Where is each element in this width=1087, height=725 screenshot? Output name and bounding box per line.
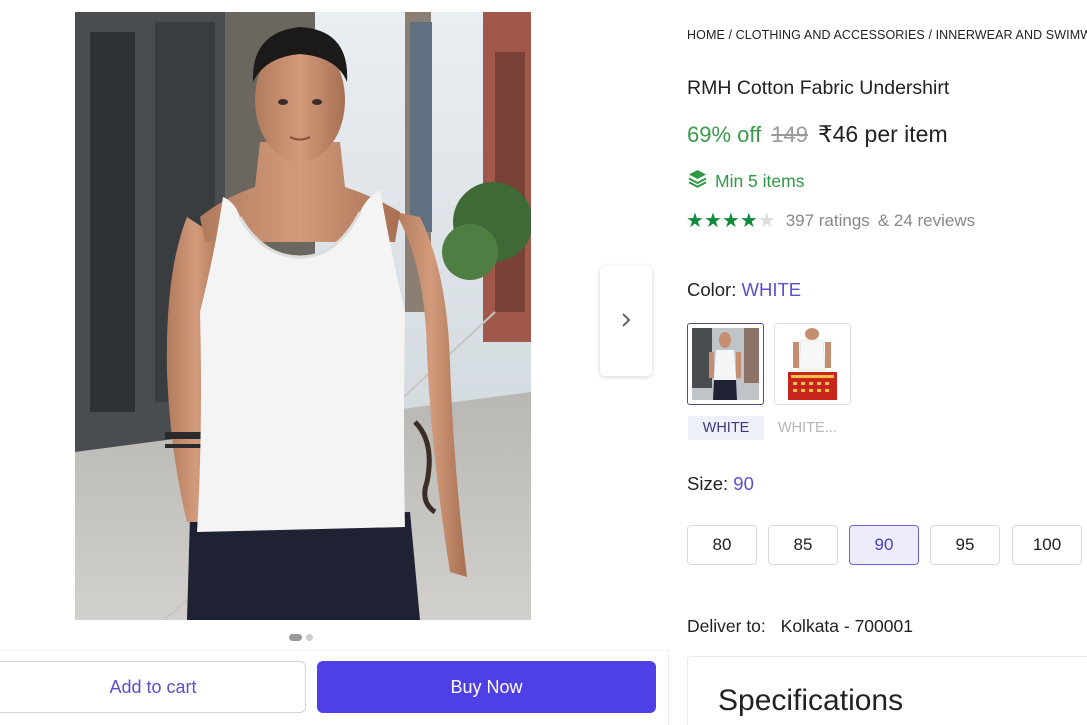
size-option-80[interactable]: 80	[687, 525, 757, 565]
discount-percent: 69% off	[687, 122, 762, 147]
color-swatch-white[interactable]	[687, 323, 764, 405]
star-icon: ★	[739, 210, 758, 232]
layers-icon	[687, 168, 708, 194]
swatch-thumbnail	[779, 328, 846, 400]
color-selected-value: WHITE	[741, 279, 802, 300]
carousel-dots	[289, 634, 313, 641]
star-icon: ★	[703, 210, 722, 232]
reviews-count: & 24 reviews	[877, 211, 976, 230]
size-label: Size:	[687, 473, 729, 494]
color-option-label[interactable]: WHITE...	[772, 416, 848, 440]
swatch-thumbnail	[692, 328, 759, 400]
color-swatch-white-alt[interactable]	[774, 323, 851, 405]
size-selected-value: 90	[733, 473, 754, 494]
size-option-90[interactable]: 90	[849, 525, 919, 565]
ratings-count: 397 ratings	[785, 211, 870, 230]
add-to-cart-button[interactable]: Add to cart	[0, 661, 306, 713]
color-heading: Color: WHITE	[687, 279, 801, 301]
specifications-heading: Specifications	[718, 684, 904, 717]
delivery-location[interactable]: Kolkata - 700001	[781, 616, 913, 636]
chevron-right-icon	[620, 308, 632, 334]
color-label: Color:	[687, 279, 737, 300]
min-order-row: Min 5 items	[687, 168, 804, 194]
breadcrumb[interactable]: HOME / CLOTHING AND ACCESSORIES / INNERW…	[687, 28, 1087, 42]
star-empty-icon: ★	[757, 210, 776, 232]
product-photo-illustration	[75, 12, 531, 620]
star-icon: ★	[721, 210, 740, 232]
next-image-button[interactable]	[600, 266, 652, 376]
buy-now-button[interactable]: Buy Now	[317, 661, 656, 713]
selling-price: ₹46 per item	[817, 121, 948, 147]
rating-row[interactable]: ★ ★ ★ ★ ★ 397 ratings & 24 reviews	[686, 211, 975, 231]
star-icon: ★	[686, 210, 704, 232]
size-heading: Size: 90	[687, 473, 754, 495]
size-option-100[interactable]: 100	[1012, 525, 1082, 565]
size-option-85[interactable]: 85	[768, 525, 838, 565]
size-option-95[interactable]: 95	[930, 525, 1000, 565]
carousel-dot-active[interactable]	[289, 634, 302, 641]
color-option-label[interactable]: WHITE	[688, 416, 764, 440]
min-items-text: Min 5 items	[715, 170, 805, 191]
delivery-row[interactable]: Deliver to: Kolkata - 700001	[687, 616, 913, 637]
product-title: RMH Cotton Fabric Undershirt	[687, 77, 950, 99]
original-price: 149	[771, 122, 808, 147]
deliver-label: Deliver to:	[687, 616, 766, 636]
divider	[668, 650, 669, 725]
price-row: 69% off 149 ₹46 per item	[687, 121, 948, 148]
product-main-image[interactable]	[75, 12, 531, 620]
star-rating: ★ ★ ★ ★ ★	[686, 211, 776, 231]
carousel-dot[interactable]	[306, 634, 313, 641]
